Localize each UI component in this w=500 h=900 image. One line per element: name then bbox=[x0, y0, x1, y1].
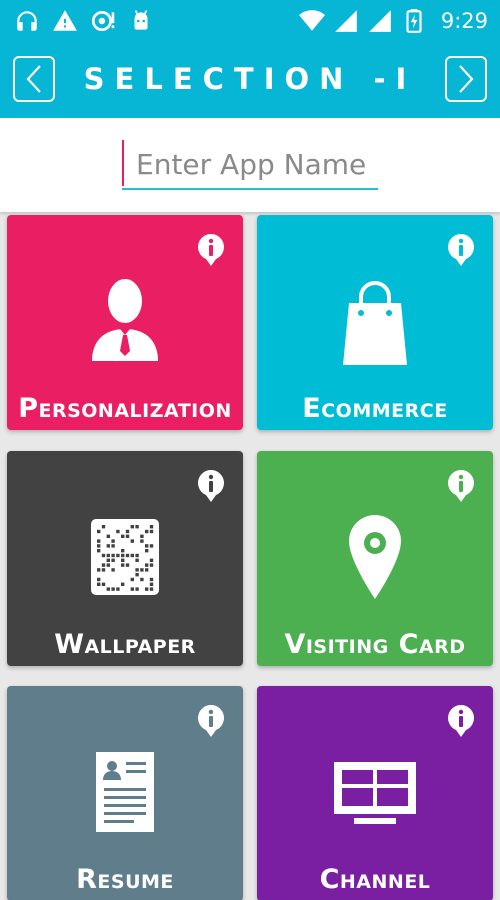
next-button[interactable] bbox=[445, 56, 487, 102]
app-name-input[interactable] bbox=[122, 140, 378, 190]
app-bar: SELECTION -I bbox=[0, 44, 500, 118]
tile-label: Personalization bbox=[18, 393, 232, 424]
tile-label: Wallpaper bbox=[54, 629, 196, 660]
shopping-bag-icon bbox=[343, 281, 407, 365]
page-title: SELECTION -I bbox=[83, 62, 417, 96]
status-bar: 9:29 bbox=[0, 0, 500, 44]
text-caret bbox=[122, 140, 124, 186]
person-icon bbox=[92, 279, 158, 361]
signal-icon bbox=[368, 10, 391, 32]
info-icon[interactable] bbox=[447, 704, 475, 738]
sync-icon bbox=[91, 10, 115, 32]
info-icon[interactable] bbox=[197, 704, 225, 738]
qr-code-icon bbox=[91, 519, 159, 595]
info-icon[interactable] bbox=[447, 233, 475, 267]
headphones-icon bbox=[17, 11, 37, 31]
search-area bbox=[0, 118, 500, 212]
location-pin-icon bbox=[349, 515, 401, 599]
tile-ecommerce[interactable]: Ecommerce bbox=[257, 215, 493, 430]
signal-icon bbox=[334, 10, 357, 32]
tile-wallpaper[interactable]: Wallpaper bbox=[7, 451, 243, 666]
tile-personalization[interactable]: Personalization bbox=[7, 215, 243, 430]
tile-resume[interactable]: Resume bbox=[7, 686, 243, 900]
info-icon[interactable] bbox=[447, 469, 475, 503]
tile-label: Channel bbox=[319, 864, 431, 895]
wifi-icon bbox=[298, 10, 325, 31]
info-icon[interactable] bbox=[197, 469, 225, 503]
tv-icon bbox=[334, 762, 416, 824]
tile-visiting-card[interactable]: Visiting Card bbox=[257, 451, 493, 666]
resume-icon bbox=[96, 752, 154, 832]
tile-channel[interactable]: Channel bbox=[257, 686, 493, 900]
battery-charging-icon bbox=[406, 9, 422, 33]
android-icon bbox=[134, 10, 148, 30]
tile-label: Resume bbox=[76, 864, 174, 895]
chevron-right-icon bbox=[459, 65, 474, 93]
status-time: 9:29 bbox=[440, 9, 488, 33]
warning-icon bbox=[53, 10, 77, 31]
tile-label: Ecommerce bbox=[302, 393, 448, 424]
info-icon[interactable] bbox=[197, 233, 225, 267]
tile-label: Visiting Card bbox=[284, 629, 466, 660]
